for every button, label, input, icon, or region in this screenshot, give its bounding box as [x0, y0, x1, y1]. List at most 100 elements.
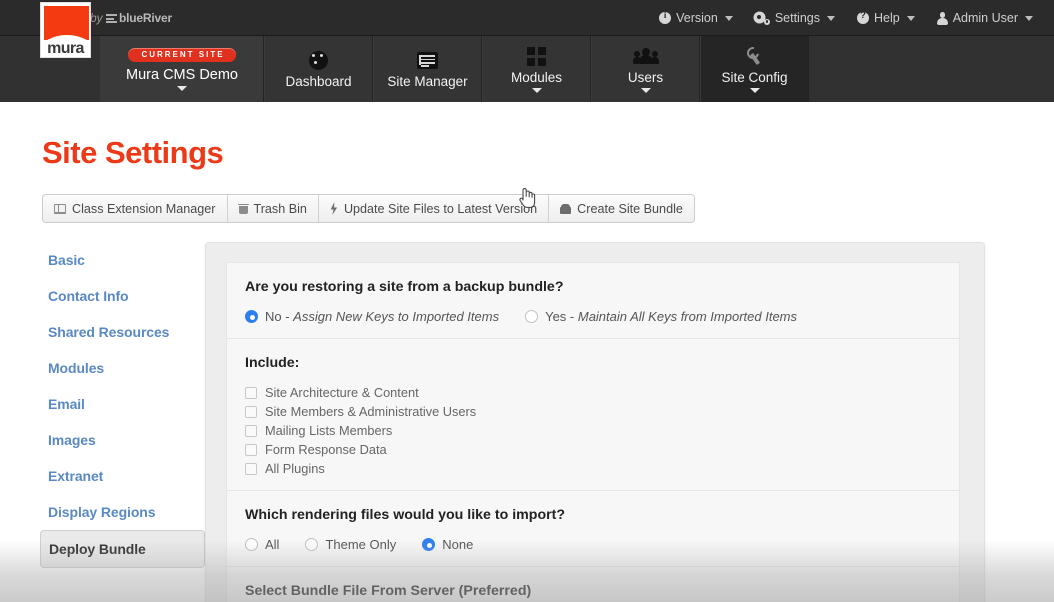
trash-icon: [239, 203, 248, 214]
checkbox-form-response-data[interactable]: [245, 444, 257, 456]
checkbox-site-architecture-label: Site Architecture & Content: [265, 385, 419, 400]
sidebar-item-extranet[interactable]: Extranet: [40, 458, 205, 494]
sidebar-item-display-regions[interactable]: Display Regions: [40, 494, 205, 530]
checkbox-site-members-label: Site Members & Administrative Users: [265, 404, 476, 419]
page-toolbar: Class Extension Manager Trash Bin Update…: [42, 194, 695, 223]
top-bar: by blueRiver Version Settings Help Admi: [0, 0, 1054, 36]
nav-icon-slot: [417, 49, 438, 71]
nav-item-users-label: Users: [628, 70, 663, 85]
trash-bin-button[interactable]: Trash Bin: [228, 195, 319, 222]
mura-logo[interactable]: mura: [40, 2, 91, 58]
checkbox-all-plugins-label: All Plugins: [265, 461, 325, 476]
nav-icon-slot: [309, 49, 328, 71]
nav-item-dashboard-label: Dashboard: [285, 74, 351, 89]
class-extension-manager-button[interactable]: Class Extension Manager: [43, 195, 228, 222]
menu-settings[interactable]: Settings: [744, 0, 846, 36]
by-label: by: [90, 11, 103, 25]
restore-option-yes[interactable]: Yes - Maintain All Keys from Imported It…: [525, 309, 797, 324]
list-item[interactable]: Form Response Data: [245, 442, 941, 457]
menu-version[interactable]: Version: [648, 0, 744, 36]
menu-help-label: Help: [874, 11, 900, 25]
restore-option-yes-label: Yes - Maintain All Keys from Imported It…: [545, 309, 797, 324]
checkbox-site-members[interactable]: [245, 406, 257, 418]
list-item[interactable]: Site Members & Administrative Users: [245, 404, 941, 419]
checkbox-all-plugins[interactable]: [245, 463, 257, 475]
rendering-option-none[interactable]: None: [422, 537, 473, 552]
include-checkbox-list: Site Architecture & Content Site Members…: [245, 385, 941, 476]
trash-bin-label: Trash Bin: [254, 202, 307, 216]
chevron-down-icon: [532, 88, 542, 93]
nav-item-site-manager[interactable]: Site Manager: [373, 36, 482, 102]
rendering-option-none-label: None: [442, 537, 473, 552]
sidebar-item-contact-info[interactable]: Contact Info: [40, 278, 205, 314]
rendering-option-all[interactable]: All: [245, 537, 279, 552]
restore-option-no-prefix: No -: [265, 309, 293, 324]
menu-admin-user-label: Admin User: [953, 11, 1018, 25]
menu-help[interactable]: Help: [846, 0, 926, 36]
deploy-bundle-form: Are you restoring a site from a backup b…: [226, 262, 960, 602]
restore-option-no[interactable]: No - Assign New Keys to Imported Items: [245, 309, 499, 324]
create-site-bundle-button[interactable]: Create Site Bundle: [549, 195, 694, 222]
menu-admin-user[interactable]: Admin User: [926, 0, 1044, 36]
create-site-bundle-label: Create Site Bundle: [577, 202, 683, 216]
nav-item-users[interactable]: Users: [591, 36, 700, 102]
page-body: Site Settings Class Extension Manager Tr…: [0, 102, 1054, 602]
sidebar-item-shared-resources[interactable]: Shared Resources: [40, 314, 205, 350]
user-icon: [937, 12, 948, 24]
settings-sidebar: Basic Contact Info Shared Resources Modu…: [40, 242, 205, 568]
nav-icon-slot: [634, 45, 658, 67]
nav-icon-slot: [527, 45, 546, 67]
current-site-name: Mura CMS Demo: [126, 67, 238, 83]
restore-section: Are you restoring a site from a backup b…: [227, 263, 959, 339]
radio-all[interactable]: [245, 538, 258, 551]
nav-item-site-manager-label: Site Manager: [387, 74, 467, 89]
radio-yes[interactable]: [525, 310, 538, 323]
sidebar-item-basic[interactable]: Basic: [40, 242, 205, 278]
list-item[interactable]: Site Architecture & Content: [245, 385, 941, 400]
page-title: Site Settings: [42, 135, 223, 171]
chevron-down-icon: [1025, 16, 1033, 21]
restore-option-yes-italic: Maintain All Keys from Imported Items: [578, 309, 797, 324]
radio-theme-only[interactable]: [305, 538, 318, 551]
current-site-badge: CURRENT SITE: [128, 48, 235, 62]
rendering-section: Which rendering files would you like to …: [227, 491, 959, 567]
chevron-down-icon: [907, 16, 915, 21]
chevron-down-icon: [827, 16, 835, 21]
checkbox-mailing-lists[interactable]: [245, 425, 257, 437]
checkbox-site-architecture[interactable]: [245, 387, 257, 399]
chevron-down-icon: [177, 86, 187, 91]
rendering-radio-group: All Theme Only None: [245, 537, 941, 552]
list-icon: [417, 52, 438, 69]
sidebar-item-modules[interactable]: Modules: [40, 350, 205, 386]
rendering-option-all-label: All: [265, 537, 279, 552]
list-item[interactable]: Mailing Lists Members: [245, 423, 941, 438]
help-icon: [857, 12, 869, 24]
gears-icon: [755, 12, 770, 25]
chevron-down-icon: [641, 88, 651, 93]
checkbox-mailing-lists-label: Mailing Lists Members: [265, 423, 392, 438]
sidebar-item-images[interactable]: Images: [40, 422, 205, 458]
bundle-file-heading: Select Bundle File From Server (Preferre…: [245, 583, 941, 599]
top-bar-menu: Version Settings Help Admin User: [648, 0, 1044, 36]
nav-item-dashboard[interactable]: Dashboard: [264, 36, 373, 102]
radio-no[interactable]: [245, 310, 258, 323]
radio-none[interactable]: [422, 538, 435, 551]
rendering-option-theme-only[interactable]: Theme Only: [305, 537, 396, 552]
info-icon: [659, 12, 671, 24]
update-site-files-button[interactable]: Update Site Files to Latest Version: [319, 195, 549, 222]
nav-item-modules[interactable]: Modules: [482, 36, 591, 102]
nav-item-site-config-label: Site Config: [721, 70, 787, 85]
sidebar-item-deploy-bundle[interactable]: Deploy Bundle: [40, 530, 205, 568]
nav-current-site[interactable]: CURRENT SITE Mura CMS Demo: [100, 36, 264, 102]
nav-item-site-config[interactable]: Site Config: [700, 36, 809, 102]
blueriver-brand: by blueRiver: [90, 11, 172, 25]
gift-icon: [560, 203, 571, 214]
chevron-down-icon: [750, 88, 760, 93]
rendering-heading: Which rendering files would you like to …: [245, 507, 941, 523]
class-extension-manager-label: Class Extension Manager: [72, 202, 216, 216]
list-item[interactable]: All Plugins: [245, 461, 941, 476]
class-extension-icon: [54, 204, 66, 214]
rendering-option-theme-only-label: Theme Only: [325, 537, 396, 552]
restore-option-no-label: No - Assign New Keys to Imported Items: [265, 309, 499, 324]
sidebar-item-email[interactable]: Email: [40, 386, 205, 422]
